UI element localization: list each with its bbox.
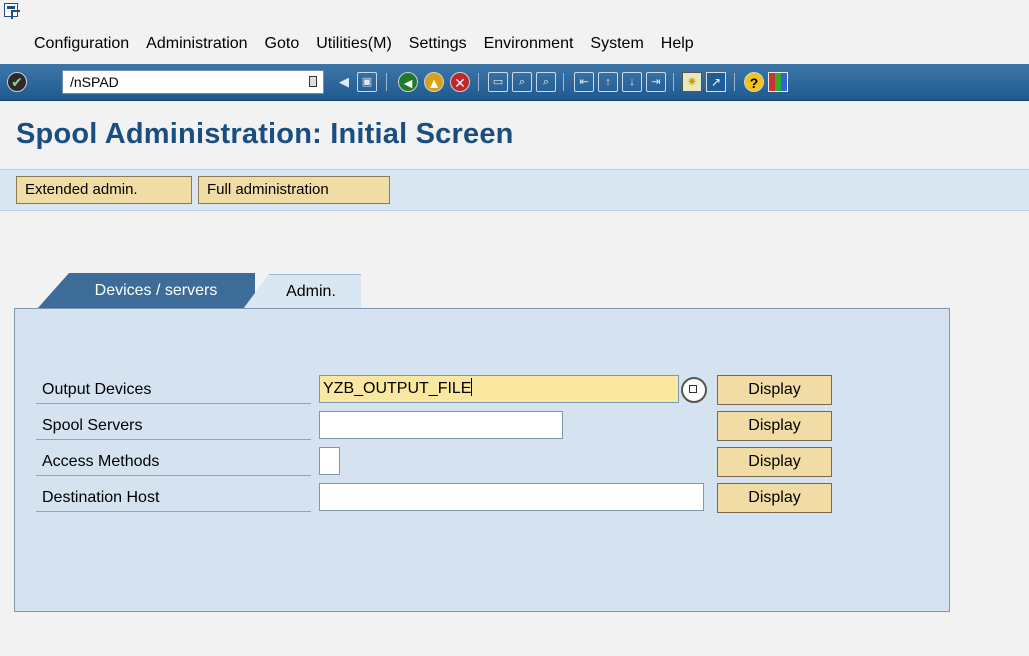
next-page-icon[interactable]: ↓ — [622, 72, 642, 92]
menu-items: Configuration Administration Goto Utilit… — [34, 35, 711, 53]
save-icon[interactable]: ▣ — [357, 72, 377, 92]
help-icon[interactable]: ? — [744, 72, 764, 92]
menu-system[interactable]: System — [590, 35, 643, 53]
display-output-devices-button[interactable]: Display — [717, 375, 832, 405]
spool-servers-label: Spool Servers — [36, 412, 311, 440]
full-administration-button[interactable]: Full administration — [198, 176, 390, 204]
access-methods-label: Access Methods — [36, 448, 311, 476]
find-next-icon[interactable]: ⌕ — [536, 72, 556, 92]
menu-configuration[interactable]: Configuration — [34, 35, 129, 53]
customize-layout-icon[interactable] — [768, 72, 788, 92]
print-icon[interactable]: ▭ — [488, 72, 508, 92]
command-field-value: /nSPAD — [70, 74, 119, 90]
value-help-icon[interactable] — [681, 377, 707, 403]
display-spool-servers-button[interactable]: Display — [717, 411, 832, 441]
last-page-icon[interactable]: ⇥ — [646, 72, 666, 92]
menu-environment[interactable]: Environment — [484, 35, 574, 53]
destination-host-label: Destination Host — [36, 484, 311, 512]
system-menu-icon[interactable] — [4, 3, 20, 19]
menu-administration[interactable]: Administration — [146, 35, 247, 53]
tab-devices-servers[interactable]: Devices / servers — [37, 273, 255, 309]
menu-utilities[interactable]: Utilities(M) — [316, 35, 392, 53]
output-devices-input[interactable]: YZB_OUTPUT_FILE — [319, 375, 679, 403]
back-icon[interactable]: ◄ — [398, 72, 418, 92]
extended-admin-button[interactable]: Extended admin. — [16, 176, 192, 204]
cancel-icon[interactable]: ✕ — [450, 72, 470, 92]
menu-goto[interactable]: Goto — [265, 35, 300, 53]
tab-admin[interactable]: Admin. — [243, 274, 361, 309]
previous-page-icon[interactable]: ↑ — [598, 72, 618, 92]
new-session-icon[interactable]: ✷ — [682, 72, 702, 92]
exit-icon[interactable]: ▲ — [424, 72, 444, 92]
enter-icon[interactable]: ✔ — [7, 72, 27, 92]
access-methods-input[interactable] — [319, 447, 340, 475]
display-destination-host-button[interactable]: Display — [717, 483, 832, 513]
command-history-icon[interactable] — [309, 76, 317, 87]
find-icon[interactable]: ⌕ — [512, 72, 532, 92]
standard-toolbar: ✔ /nSPAD ◀ ▣ ◄ ▲ ✕ ▭ ⌕ ⌕ ⇤ ↑ ↓ ⇥ ✷ ↗ ? — [0, 64, 1029, 101]
destination-host-input[interactable] — [319, 483, 704, 511]
output-devices-label: Output Devices — [36, 376, 311, 404]
menu-settings[interactable]: Settings — [409, 35, 467, 53]
output-devices-value: YZB_OUTPUT_FILE — [323, 380, 472, 397]
create-shortcut-icon[interactable]: ↗ — [706, 72, 726, 92]
menu-help[interactable]: Help — [661, 35, 694, 53]
first-page-icon[interactable]: ⇤ — [574, 72, 594, 92]
spool-servers-input[interactable] — [319, 411, 563, 439]
command-field[interactable]: /nSPAD — [62, 70, 324, 94]
application-toolbar: Extended admin. Full administration — [0, 169, 1029, 211]
back-arrow-icon[interactable]: ◀ — [334, 72, 354, 92]
page-title: Spool Administration: Initial Screen — [16, 118, 514, 150]
menu-bar: Configuration Administration Goto Utilit… — [0, 0, 1029, 64]
display-access-methods-button[interactable]: Display — [717, 447, 832, 477]
